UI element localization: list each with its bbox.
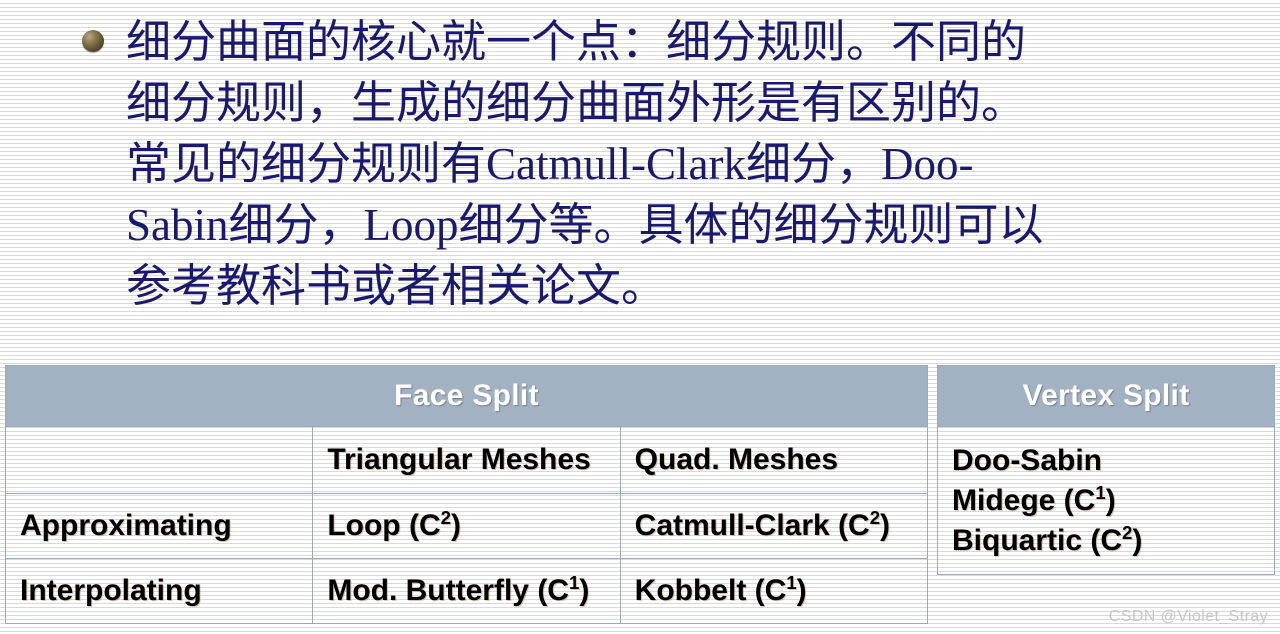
csdn-watermark: CSDN @Violet_Stray bbox=[1108, 608, 1268, 625]
cell-text-tail: ) bbox=[450, 509, 461, 542]
table-row: Interpolating Mod. Butterfly (C1) Kobbel… bbox=[4, 558, 929, 624]
row-label-approximating: Approximating bbox=[4, 493, 314, 559]
table-row: Vertex Split bbox=[937, 365, 1275, 427]
cell-text: Kobbelt (C bbox=[634, 574, 787, 607]
cell-text: Midege (C bbox=[952, 483, 1096, 517]
cell-superscript: 2 bbox=[869, 507, 881, 528]
column-header-quad-meshes: Quad. Meshes bbox=[619, 426, 929, 494]
cell-interpolating-triangular: Mod. Butterfly (C1) bbox=[312, 558, 621, 624]
face-split-header: Face Split bbox=[5, 365, 928, 427]
table-row: Approximating Loop (C2) Catmull-Clark (C… bbox=[4, 493, 929, 559]
vertex-method-line: Doo-Sabin bbox=[952, 441, 1266, 481]
vertex-split-header: Vertex Split bbox=[937, 365, 1275, 427]
slide-canvas: 细分曲面的核心就一个点：细分规则。不同的 细分规则，生成的细分曲面外形是有区别的… bbox=[0, 0, 1280, 634]
face-split-table: Face Split Triangular Meshes Quad. Meshe… bbox=[4, 365, 929, 624]
table-row: Face Split bbox=[5, 365, 928, 427]
vertex-method-line: Biquartic (C2) bbox=[952, 521, 1266, 561]
vertex-split-table: Vertex Split Doo-Sabin Midege (C1) Biqua… bbox=[937, 365, 1275, 575]
cell-text: Biquartic (C bbox=[952, 523, 1123, 557]
table-row: Doo-Sabin Midege (C1) Biquartic (C2) bbox=[937, 426, 1275, 575]
cell-text-tail: ) bbox=[1132, 523, 1143, 557]
cell-superscript: 1 bbox=[568, 572, 580, 593]
cell-superscript: 1 bbox=[786, 572, 797, 593]
cell-text: Doo-Sabin bbox=[952, 443, 1102, 477]
cell-superscript: 2 bbox=[1122, 521, 1133, 543]
cell-text: Catmull-Clark (C bbox=[634, 509, 870, 542]
column-header-triangular-meshes: Triangular Meshes bbox=[312, 426, 621, 494]
cell-superscript: 2 bbox=[440, 507, 451, 528]
cell-approximating-triangular: Loop (C2) bbox=[312, 493, 621, 559]
cell-vertex-split-methods: Doo-Sabin Midege (C1) Biquartic (C2) bbox=[937, 426, 1275, 575]
cell-approximating-quad: Catmull-Clark (C2) bbox=[619, 493, 929, 559]
cell-text: Loop (C bbox=[327, 509, 441, 542]
cell-text-tail: ) bbox=[796, 574, 807, 607]
cell-text: Mod. Butterfly (C bbox=[327, 574, 569, 607]
cell-superscript: 1 bbox=[1095, 481, 1106, 503]
column-header-blank bbox=[4, 426, 314, 494]
sphere-bullet-icon bbox=[82, 30, 104, 52]
table-row: Triangular Meshes Quad. Meshes bbox=[4, 426, 929, 494]
cell-text-tail: ) bbox=[579, 574, 590, 607]
cell-text-tail: ) bbox=[1105, 483, 1116, 517]
cell-text-tail: ) bbox=[880, 509, 891, 542]
vertex-method-line: Midege (C1) bbox=[952, 481, 1266, 521]
bullet-paragraph: 细分曲面的核心就一个点：细分规则。不同的 细分规则，生成的细分曲面外形是有区别的… bbox=[82, 12, 1202, 317]
cell-interpolating-quad: Kobbelt (C1) bbox=[619, 558, 929, 624]
row-label-interpolating: Interpolating bbox=[4, 558, 314, 624]
bullet-paragraph-text: 细分曲面的核心就一个点：细分规则。不同的 细分规则，生成的细分曲面外形是有区别的… bbox=[126, 17, 1044, 311]
